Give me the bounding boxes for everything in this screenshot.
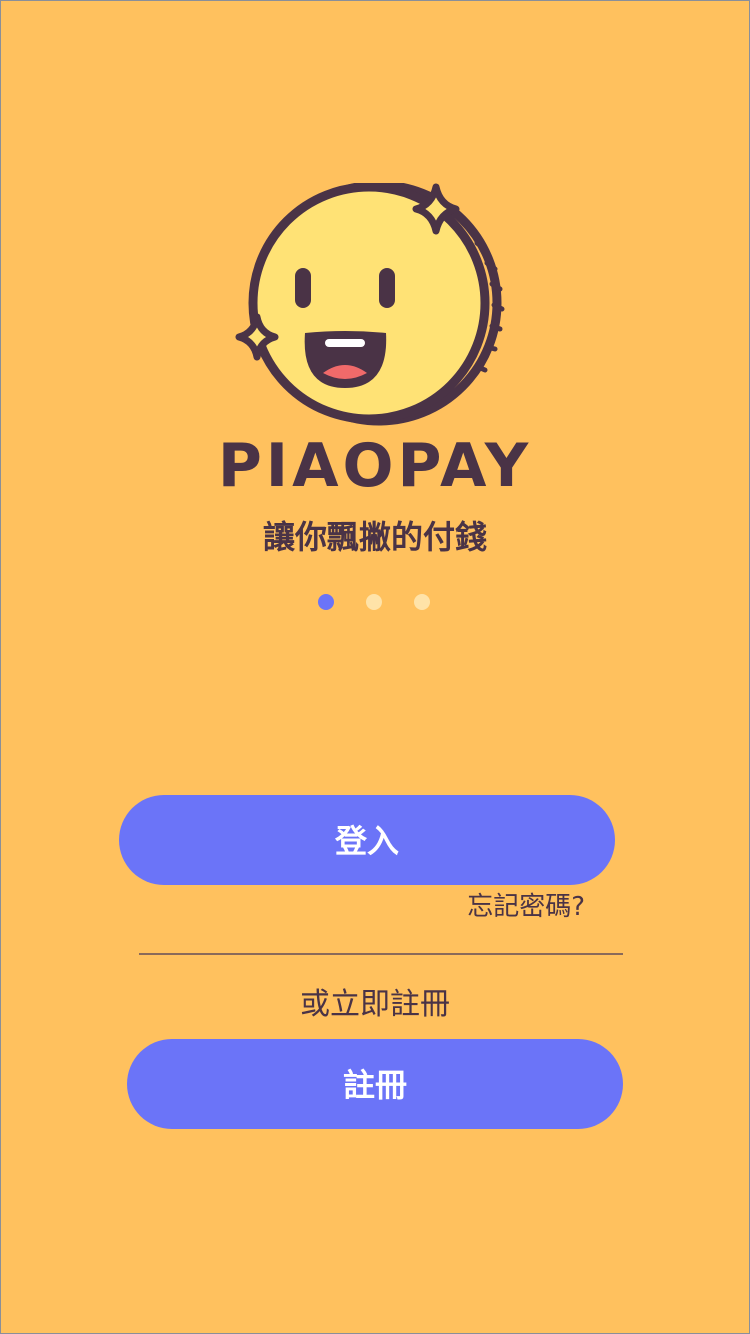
brand-name: PIAOPAY [217, 431, 533, 501]
smiling-coin-icon [235, 183, 505, 426]
login-screen: PIAOPAY 讓你飄撇的付錢 登入 忘記密碼? 或立即註冊 註冊 [0, 0, 750, 1334]
login-button[interactable]: 登入 [119, 795, 615, 885]
page-indicator-dot-1[interactable] [318, 594, 334, 610]
or-register-label: 或立即註冊 [300, 987, 450, 1022]
forgot-password-link[interactable]: 忘記密碼? [431, 887, 585, 927]
page-indicator-dot-2[interactable] [366, 594, 382, 610]
app-logo [229, 183, 519, 433]
tagline: 讓你飄撇的付錢 [262, 518, 487, 556]
divider [139, 953, 623, 955]
page-indicator-dot-3[interactable] [414, 594, 430, 610]
register-button[interactable]: 註冊 [127, 1039, 623, 1129]
